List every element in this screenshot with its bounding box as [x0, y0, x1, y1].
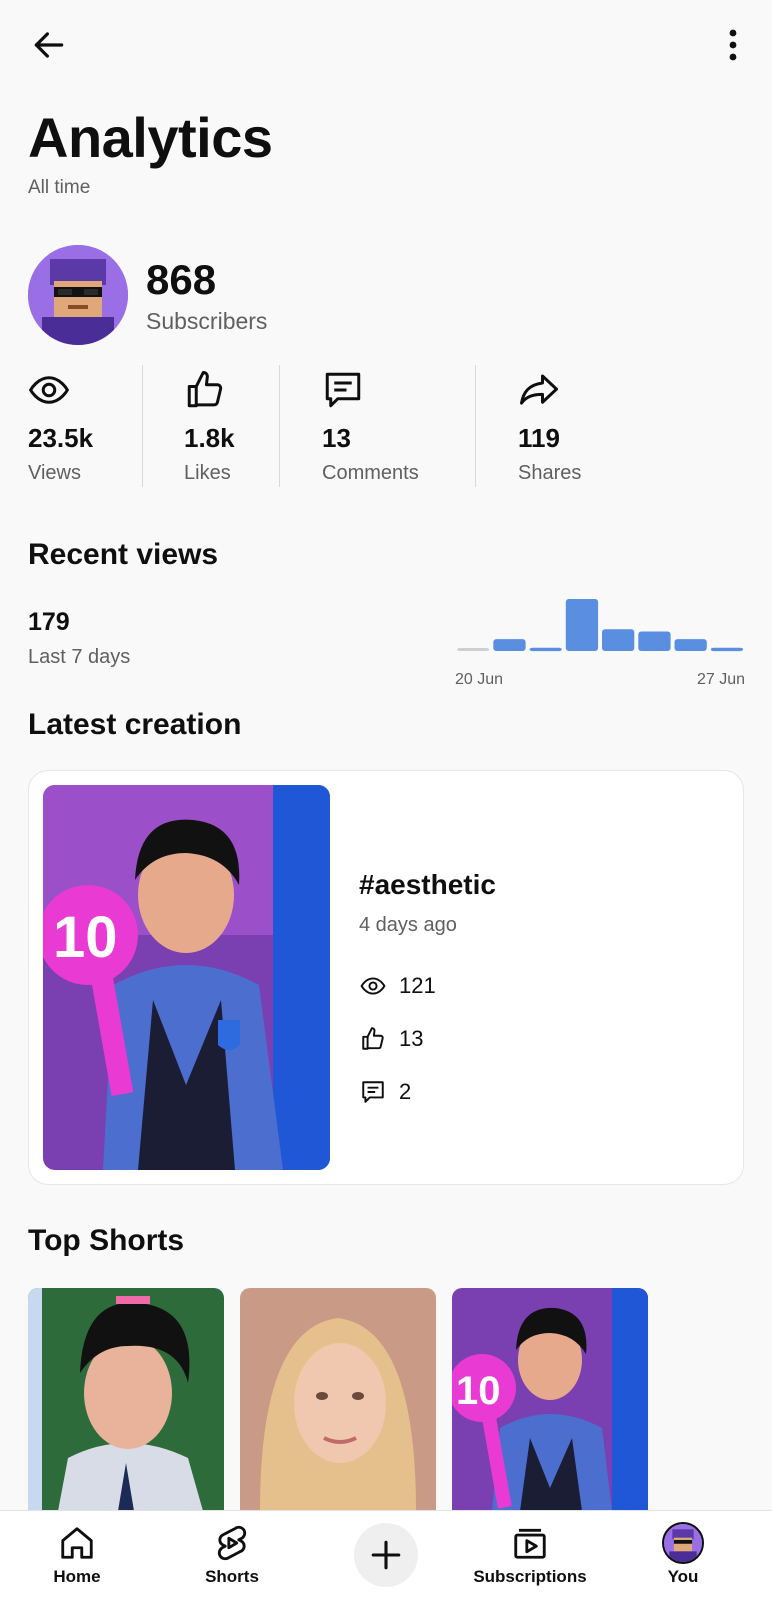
chart-end-label: 27 Jun — [697, 671, 745, 688]
nav-label: Shorts — [205, 1567, 259, 1586]
recent-views-chart[interactable]: 20 Jun 27 Jun — [455, 598, 745, 688]
latest-creation-heading: Latest creation — [28, 708, 242, 741]
chart-start-label: 20 Jun — [455, 671, 503, 688]
top-short-thumbnail[interactable]: 10 — [452, 1288, 648, 1511]
latest-creation-card[interactable]: 10 #aesthetic 4 days ago 121 13 2 — [28, 770, 744, 1185]
arrow-left-icon — [34, 32, 64, 58]
comment-icon — [322, 369, 364, 411]
latest-video-likes: 13 — [359, 1024, 423, 1054]
divider — [279, 365, 280, 487]
latest-video-comments: 2 — [359, 1077, 411, 1107]
top-app-bar — [0, 0, 772, 90]
home-icon — [55, 1521, 99, 1565]
date-range-label: All time — [28, 177, 91, 198]
stat-value: 23.5k — [28, 423, 94, 453]
nav-subscriptions[interactable]: Subscriptions — [472, 1511, 588, 1600]
comment-icon — [359, 1078, 387, 1106]
stat-label: Shares — [518, 462, 582, 484]
views-count: 121 — [399, 973, 436, 998]
stats-row: 23.5k Views 1.8k Likes 13 Comments 119 S… — [0, 365, 772, 490]
top-short-thumbnail[interactable] — [240, 1288, 436, 1511]
more-vertical-icon — [729, 29, 737, 61]
nav-shorts[interactable]: Shorts — [196, 1511, 268, 1600]
nav-label: Home — [53, 1567, 101, 1586]
svg-text:10: 10 — [456, 1369, 501, 1413]
subscriber-count: 868 — [146, 256, 217, 303]
chart-bar[interactable] — [638, 631, 671, 652]
share-icon — [518, 369, 560, 411]
subscriber-label: Subscribers — [146, 308, 268, 334]
latest-video-time: 4 days ago — [359, 914, 457, 936]
recent-views-count: 179 — [28, 608, 70, 636]
bottom-navigation: Home Shorts Subscriptions You — [0, 1510, 772, 1600]
stat-label: Comments — [322, 462, 419, 484]
latest-video-title[interactable]: #aesthetic — [359, 869, 496, 901]
comments-count: 2 — [399, 1079, 412, 1104]
thumbs-up-icon — [184, 369, 226, 411]
subscriptions-icon — [508, 1521, 552, 1565]
back-button[interactable] — [26, 22, 72, 68]
chart-bar[interactable] — [602, 629, 635, 651]
chart-bar[interactable] — [529, 647, 562, 652]
svg-text:10: 10 — [53, 905, 118, 970]
top-shorts-heading: Top Shorts — [28, 1224, 185, 1257]
nav-home[interactable]: Home — [44, 1511, 110, 1600]
divider — [475, 365, 476, 487]
shorts-icon — [210, 1521, 254, 1565]
profile-avatar-icon — [661, 1521, 705, 1565]
thumbs-up-icon — [359, 1025, 387, 1053]
latest-video-views: 121 — [359, 971, 436, 1001]
nav-you[interactable]: You — [660, 1511, 706, 1600]
more-options-button[interactable] — [710, 22, 756, 68]
chart-bar[interactable] — [674, 639, 707, 651]
chart-bar[interactable] — [565, 599, 599, 651]
stat-label: Likes — [184, 462, 231, 484]
chart-bar[interactable] — [457, 648, 490, 651]
eye-icon — [28, 369, 70, 411]
stat-label: Views — [28, 462, 81, 484]
create-button[interactable] — [354, 1523, 418, 1587]
stat-value: 1.8k — [184, 423, 235, 453]
chart-bar[interactable] — [710, 647, 744, 652]
channel-avatar[interactable] — [28, 245, 128, 345]
recent-views-heading: Recent views — [28, 538, 219, 571]
chart-bar[interactable] — [493, 639, 526, 651]
nav-label: You — [667, 1567, 699, 1586]
recent-views-period: Last 7 days — [28, 646, 131, 668]
plus-icon — [371, 1540, 401, 1570]
page-title: Analytics — [28, 106, 273, 169]
divider — [142, 365, 143, 487]
nav-label: Subscriptions — [473, 1567, 587, 1586]
eye-icon — [359, 972, 387, 1000]
stat-value: 13 — [322, 423, 351, 453]
likes-count: 13 — [399, 1026, 424, 1051]
latest-video-thumbnail[interactable]: 10 — [43, 785, 330, 1170]
stat-value: 119 — [518, 423, 560, 453]
top-short-thumbnail[interactable] — [28, 1288, 224, 1511]
